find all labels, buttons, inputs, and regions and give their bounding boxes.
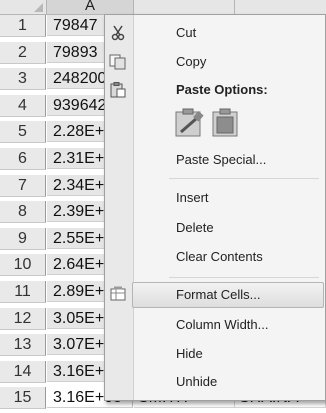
column-header-a[interactable]: A xyxy=(47,0,134,15)
clipboard-icon xyxy=(110,82,126,98)
row-header[interactable]: 5 xyxy=(0,121,46,144)
row-header[interactable]: 12 xyxy=(0,307,46,330)
menu-label-hide: Hide xyxy=(176,346,203,361)
row-header[interactable]: 9 xyxy=(0,227,46,250)
format-cells-icon xyxy=(110,286,126,301)
menu-item-paste-special[interactable]: Paste Special... xyxy=(105,147,325,173)
context-menu: Cut Copy Paste Options: Paste Special... xyxy=(104,14,326,401)
menu-label-paste-special: Paste Special... xyxy=(176,152,267,167)
row-header[interactable]: 14 xyxy=(0,360,46,383)
menu-item-unhide[interactable]: Unhide xyxy=(105,369,325,395)
menu-item-hide[interactable]: Hide xyxy=(105,341,325,367)
menu-item-cut[interactable]: Cut xyxy=(105,20,325,46)
menu-item-delete[interactable]: Delete xyxy=(105,215,325,241)
menu-label-unhide: Unhide xyxy=(176,374,218,389)
select-all-corner[interactable] xyxy=(0,0,47,15)
menu-label-column-width: Column Width... xyxy=(176,317,269,332)
column-header-c[interactable] xyxy=(235,0,326,15)
row-header[interactable]: 2 xyxy=(0,41,46,64)
row-header[interactable]: 4 xyxy=(0,94,46,117)
menu-item-insert[interactable]: Insert xyxy=(105,185,325,211)
row-header[interactable]: 15 xyxy=(0,387,46,410)
row-header[interactable]: 3 xyxy=(0,68,46,91)
menu-item-column-width[interactable]: Column Width... xyxy=(105,312,325,338)
menu-label-delete: Delete xyxy=(176,220,214,235)
paste-brush-icon[interactable] xyxy=(175,108,205,138)
menu-label-cut: Cut xyxy=(176,25,197,40)
row-header[interactable]: 6 xyxy=(0,148,46,170)
menu-paste-options-header: Paste Options: xyxy=(105,77,325,103)
menu-label-insert: Insert xyxy=(176,190,209,205)
menu-label-paste-options: Paste Options: xyxy=(176,82,268,97)
paste-values-icon[interactable] xyxy=(212,108,242,138)
menu-separator xyxy=(169,178,319,179)
menu-item-clear-contents[interactable]: Clear Contents xyxy=(105,244,325,270)
column-header-b[interactable] xyxy=(134,0,235,15)
row-header[interactable]: 11 xyxy=(0,281,46,303)
row-header[interactable]: 13 xyxy=(0,334,46,357)
copy-icon xyxy=(109,54,126,70)
row-header[interactable]: 8 xyxy=(0,201,46,224)
scissors-icon xyxy=(111,25,125,41)
menu-separator xyxy=(169,277,319,278)
menu-label-copy: Copy xyxy=(176,54,207,69)
menu-label-format-cells: Format Cells... xyxy=(176,287,261,302)
row-header[interactable]: 1 xyxy=(0,15,46,37)
row-header[interactable]: 10 xyxy=(0,254,46,277)
row-header[interactable]: 7 xyxy=(0,174,46,197)
menu-item-copy[interactable]: Copy xyxy=(105,49,325,75)
menu-item-format-cells[interactable]: Format Cells... xyxy=(105,282,325,308)
menu-label-clear-contents: Clear Contents xyxy=(176,249,263,264)
